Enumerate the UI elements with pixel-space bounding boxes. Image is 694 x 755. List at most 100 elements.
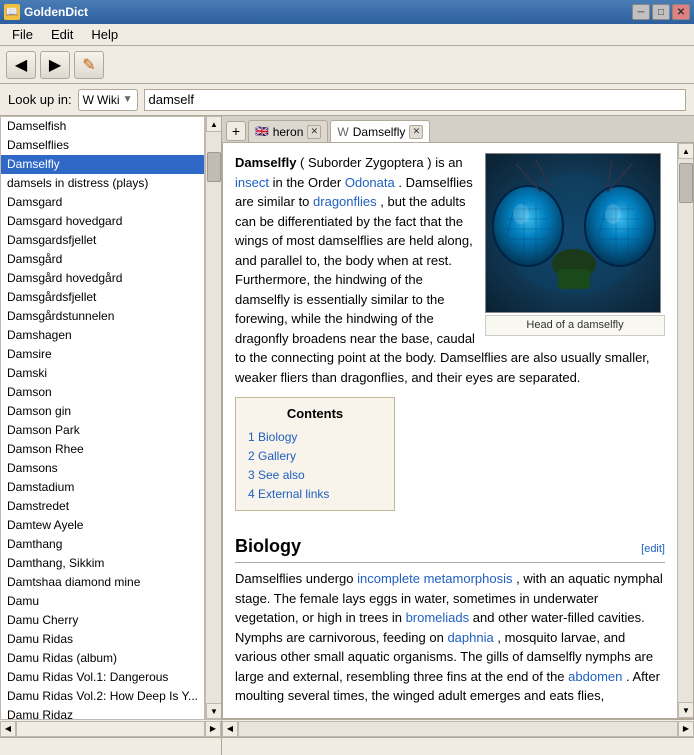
minimize-button[interactable]: ─ <box>632 4 650 20</box>
biology-section-title: Biology [edit] <box>235 533 665 563</box>
word-list-item[interactable]: Damsgard hovedgard <box>1 212 204 231</box>
statusbar <box>0 737 694 755</box>
forward-button[interactable]: ▶ <box>40 51 70 79</box>
tab-damselfly-label: Damselfly <box>353 125 406 139</box>
word-list-item[interactable]: Damsgårdstunnelen <box>1 307 204 326</box>
word-list-item[interactable]: damsels in distress (plays) <box>1 174 204 193</box>
word-list-item[interactable]: Damsgardsfjellet <box>1 231 204 250</box>
word-list-item[interactable]: Damsgård <box>1 250 204 269</box>
toc-item-1[interactable]: 1 Biology <box>248 428 382 447</box>
word-list-item[interactable]: Damski <box>1 364 204 383</box>
word-list-item[interactable]: Damselfish <box>1 117 204 136</box>
toc-item-3[interactable]: 3 See also <box>248 466 382 485</box>
word-list-item[interactable]: Damselfly <box>1 155 204 174</box>
content-hscrollbar: ◀ ▶ <box>222 719 694 737</box>
word-list-item[interactable]: Damstredet <box>1 497 204 516</box>
restore-button[interactable]: □ <box>652 4 670 20</box>
toc-gallery-link[interactable]: 2 Gallery <box>248 449 296 463</box>
bromeliads-link[interactable]: bromeliads <box>406 610 470 625</box>
menu-file[interactable]: File <box>4 25 41 44</box>
word-list-item[interactable]: Damstadium <box>1 478 204 497</box>
article-content[interactable]: Head of a damselfly Damselfly ( Suborder… <box>223 143 677 718</box>
word-list-item[interactable]: Damu <box>1 592 204 611</box>
abdomen-link[interactable]: abdomen <box>568 669 622 684</box>
lookup-label: Look up in: <box>8 92 72 107</box>
word-list-item[interactable]: Damsgårdsfjellet <box>1 288 204 307</box>
word-list-item[interactable]: Damtew Ayele <box>1 516 204 535</box>
list-scroll-up[interactable]: ▲ <box>206 116 221 132</box>
hscroll-left[interactable]: ◀ <box>0 721 16 737</box>
content-hscroll-track[interactable] <box>238 721 678 737</box>
dragonflies-link[interactable]: dragonflies <box>313 194 377 209</box>
back-button[interactable]: ◀ <box>6 51 36 79</box>
toc-biology-link[interactable]: 1 Biology <box>248 430 297 444</box>
content-scroll-track[interactable] <box>678 159 693 702</box>
damselfly-image <box>485 153 661 313</box>
biology-edit-link[interactable]: [edit] <box>641 541 665 558</box>
menu-help[interactable]: Help <box>83 25 126 44</box>
word-list-item[interactable]: Damselflies <box>1 136 204 155</box>
content-scroll-up[interactable]: ▲ <box>678 143 694 159</box>
tab-damselfly[interactable]: W Damselfly ✕ <box>330 120 430 142</box>
article-intro-block: Head of a damselfly Damselfly ( Suborder… <box>235 153 665 387</box>
tab-damselfly-close[interactable]: ✕ <box>409 125 423 139</box>
article-intro-1: ) is an <box>427 155 462 170</box>
hscroll-right[interactable]: ▶ <box>205 721 221 737</box>
content-scroll-thumb[interactable] <box>679 163 693 203</box>
search-input[interactable] <box>144 89 686 111</box>
word-list-item[interactable]: Damson Rhee <box>1 440 204 459</box>
toc-item-4[interactable]: 4 External links <box>248 485 382 504</box>
window-title: GoldenDict <box>24 5 88 19</box>
metamorphosis-link[interactable]: incomplete metamorphosis <box>357 571 512 586</box>
content-scrollbar[interactable]: ▲ ▼ <box>677 143 693 718</box>
word-list-item[interactable]: Damsgard <box>1 193 204 212</box>
word-list-item[interactable]: Damsgård hovedgård <box>1 269 204 288</box>
tab-heron-label: heron <box>273 125 304 139</box>
insect-link[interactable]: insect <box>235 175 269 190</box>
lookup-source-selector[interactable]: W Wiki ▼ <box>78 89 138 111</box>
table-of-contents: Contents 1 Biology 2 Gallery 3 See also … <box>235 397 395 511</box>
toc-external-link[interactable]: 4 External links <box>248 487 329 501</box>
menu-edit[interactable]: Edit <box>43 25 81 44</box>
content-scroll-down[interactable]: ▼ <box>678 702 694 718</box>
word-list-item[interactable]: Damu Ridaz <box>1 706 204 719</box>
toc-title: Contents <box>248 404 382 424</box>
word-list-item[interactable]: Damu Ridas Vol.1: Dangerous <box>1 668 204 687</box>
word-list-item[interactable]: Damu Ridas (album) <box>1 649 204 668</box>
new-tab-button[interactable]: + <box>226 121 246 141</box>
article-suborder-text: Suborder Zygoptera <box>308 155 424 170</box>
word-list-item[interactable]: Damu Ridas Vol.2: How Deep Is Y... <box>1 687 204 706</box>
list-scroll-down[interactable]: ▼ <box>206 703 221 719</box>
word-list-scrollbar[interactable]: ▲ ▼ <box>205 116 221 719</box>
toc-item-2[interactable]: 2 Gallery <box>248 447 382 466</box>
odonata-link[interactable]: Odonata <box>345 175 395 190</box>
list-scroll-thumb[interactable] <box>207 152 221 182</box>
toc-seealso-link[interactable]: 3 See also <box>248 468 305 482</box>
forward-icon: ▶ <box>49 55 61 75</box>
word-list-item[interactable]: Damsire <box>1 345 204 364</box>
word-list-item[interactable]: Damson <box>1 383 204 402</box>
word-list-item[interactable]: Damthang, Sikkim <box>1 554 204 573</box>
content-hscroll-right[interactable]: ▶ <box>678 721 694 737</box>
word-list-item[interactable]: Damtshaa diamond mine <box>1 573 204 592</box>
scan-button[interactable]: ✎ <box>74 51 104 79</box>
word-list-item[interactable]: Damu Ridas <box>1 630 204 649</box>
tab-heron[interactable]: 🇬🇧 heron ✕ <box>248 120 328 142</box>
word-list-item[interactable]: Damson gin <box>1 402 204 421</box>
tab-heron-close[interactable]: ✕ <box>307 125 321 139</box>
close-button[interactable]: ✕ <box>672 4 690 20</box>
right-panel: + 🇬🇧 heron ✕ W Damselfly ✕ <box>222 116 694 737</box>
list-scroll-track[interactable] <box>206 132 221 703</box>
scan-icon: ✎ <box>82 55 95 75</box>
hscroll-bar[interactable] <box>16 721 205 737</box>
word-list-item[interactable]: Damshagen <box>1 326 204 345</box>
word-list-item[interactable]: Damson Park <box>1 421 204 440</box>
heron-flag-icon: 🇬🇧 <box>255 125 269 138</box>
content-area: Head of a damselfly Damselfly ( Suborder… <box>222 142 694 719</box>
image-caption: Head of a damselfly <box>485 315 665 336</box>
word-list-item[interactable]: Damthang <box>1 535 204 554</box>
word-list-item[interactable]: Damu Cherry <box>1 611 204 630</box>
daphnia-link[interactable]: daphnia <box>447 630 493 645</box>
word-list-item[interactable]: Damsons <box>1 459 204 478</box>
content-hscroll-left[interactable]: ◀ <box>222 721 238 737</box>
